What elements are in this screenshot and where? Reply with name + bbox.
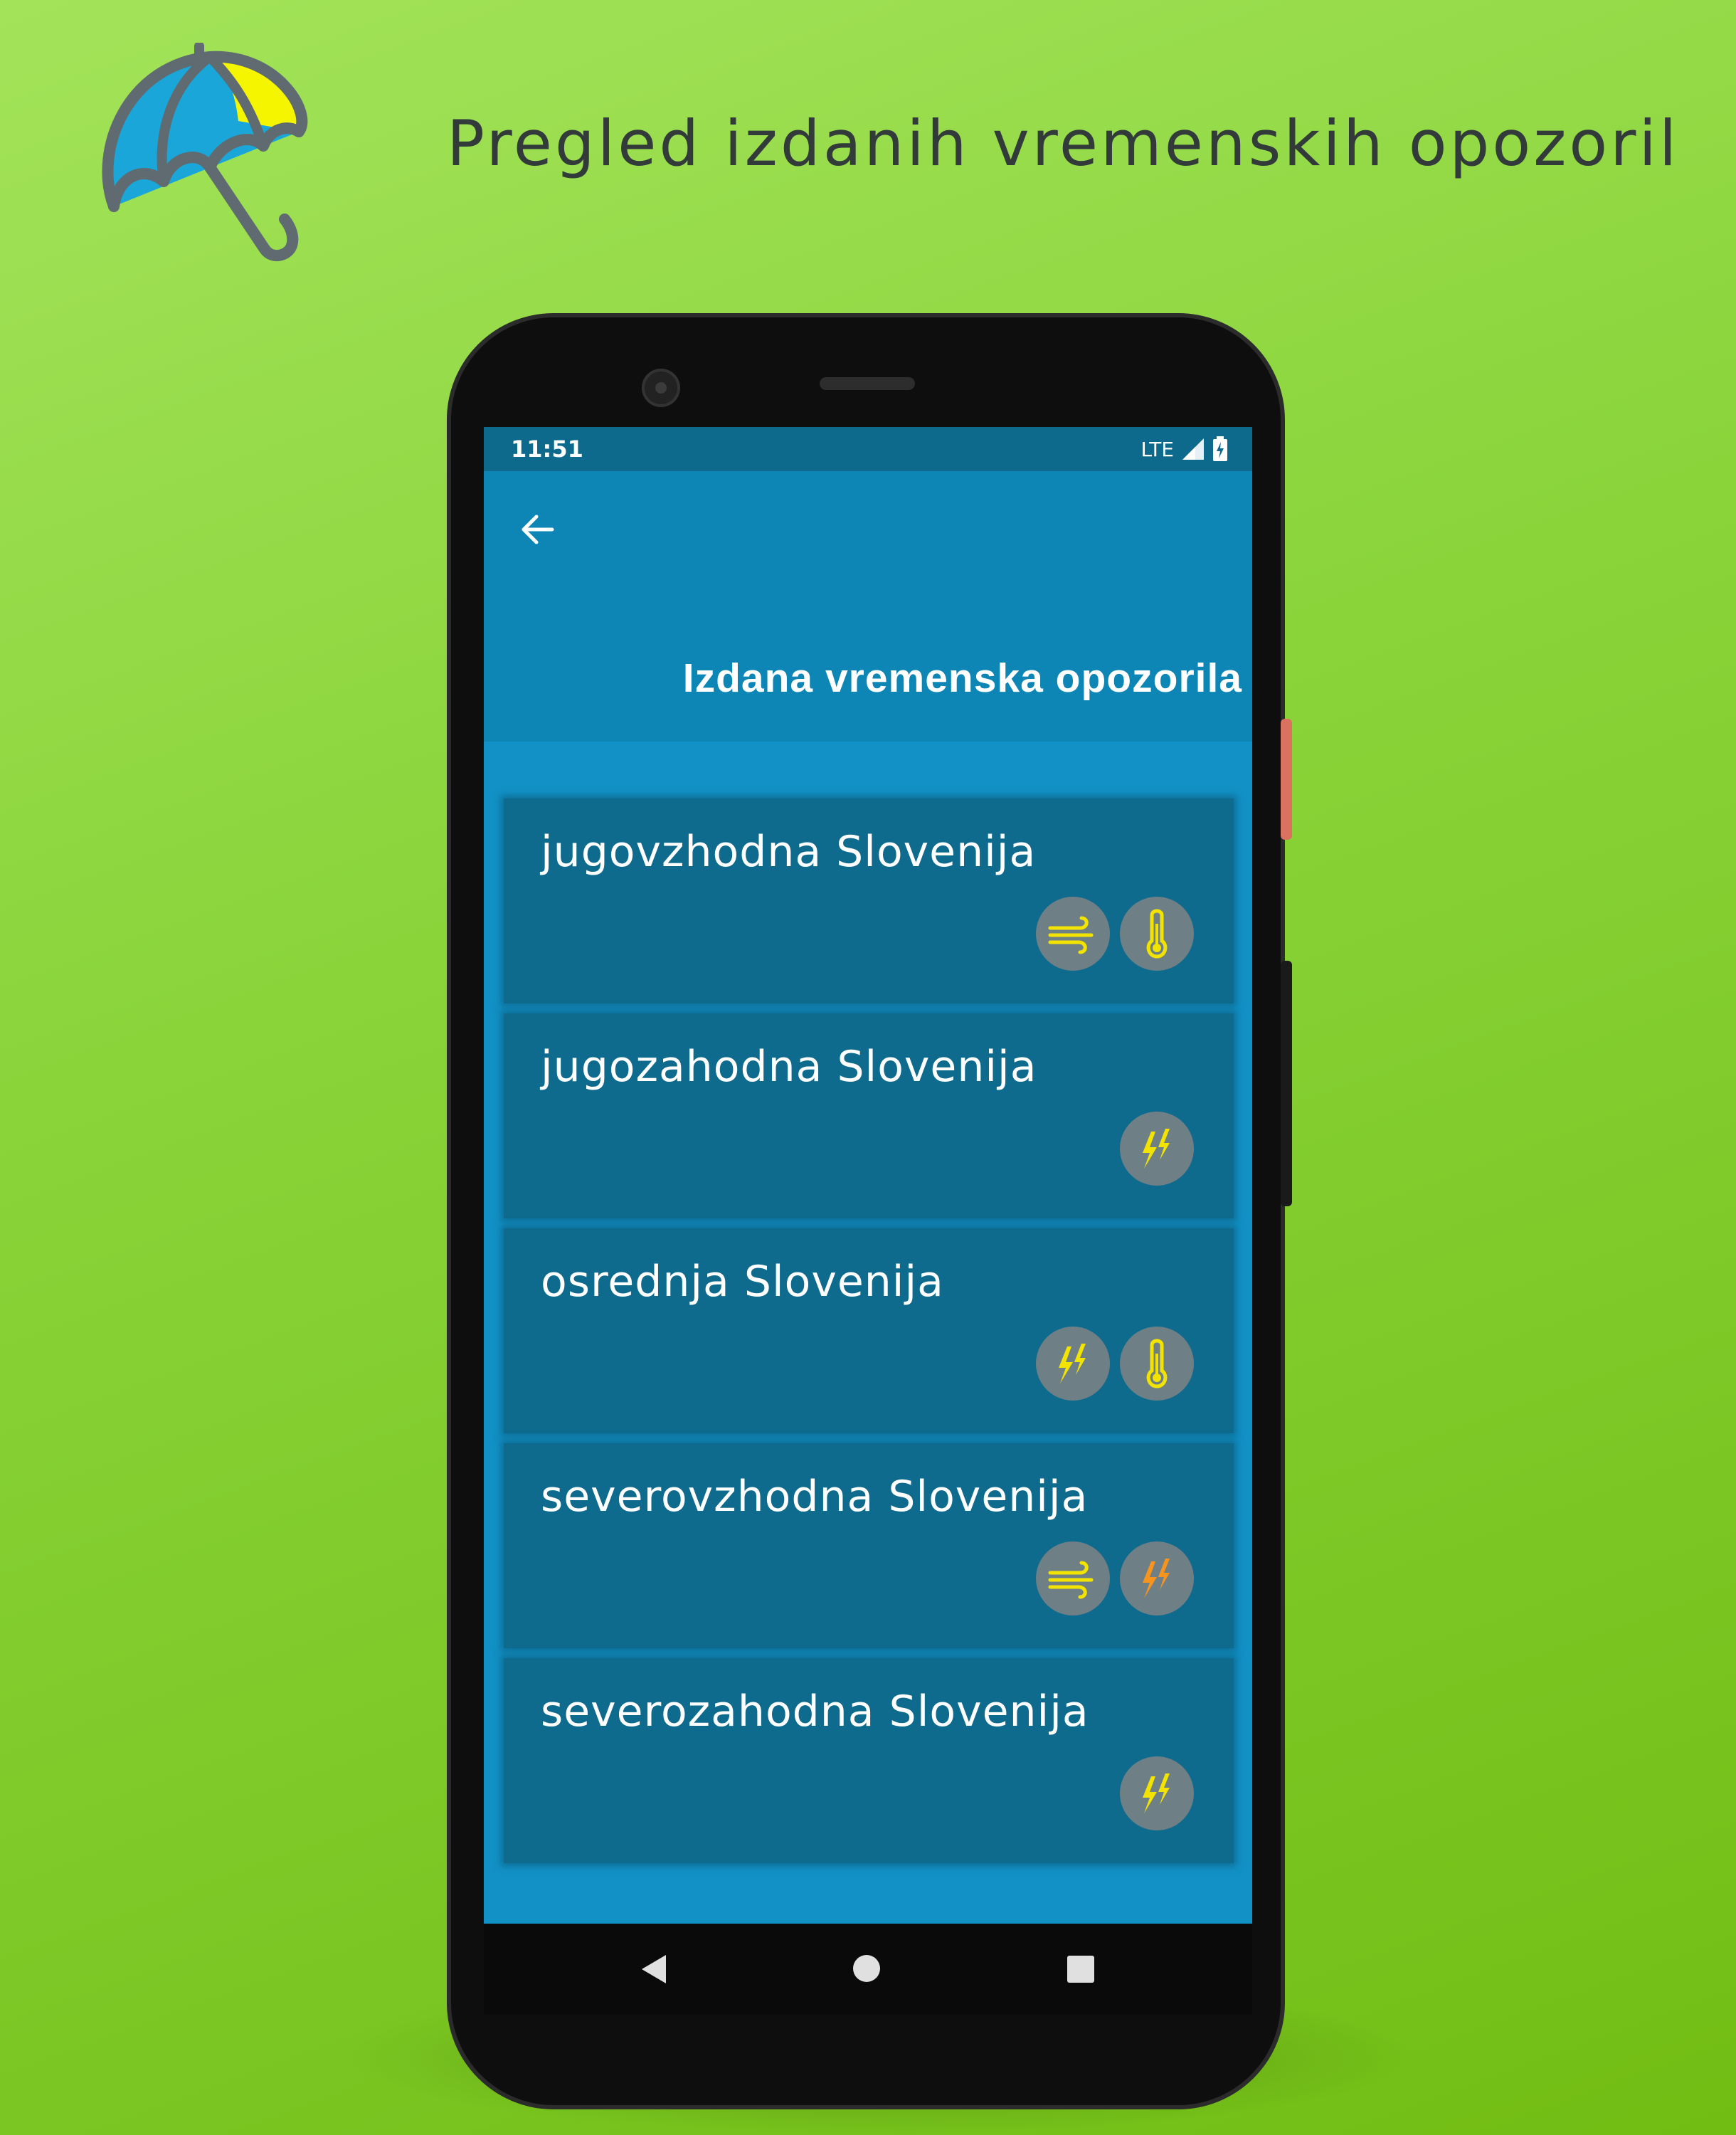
region-name: osrednja Slovenija — [541, 1257, 944, 1307]
warning-icons — [1120, 1756, 1194, 1830]
region-name: jugovzhodna Slovenija — [541, 827, 1037, 877]
warning-icons — [1036, 1541, 1194, 1615]
app-bar: Izdana vremenska opozorila — [484, 471, 1252, 742]
power-button — [1281, 719, 1292, 840]
warning-card[interactable]: severovzhodna Slovenija — [504, 1443, 1234, 1648]
page-title: Izdana vremenska opozorila — [682, 655, 1242, 701]
umbrella-logo-icon — [102, 43, 308, 261]
volume-button — [1281, 961, 1292, 1206]
promo-title: Pregled izdanih vremenskih opozoril — [447, 107, 1680, 180]
front-camera — [642, 369, 680, 407]
phone-screen: 11:51 LTE Izdana vremenska opozorila jug… — [484, 427, 1252, 2014]
wind-icon — [1036, 1541, 1110, 1615]
warning-card[interactable]: osrednja Slovenija — [504, 1228, 1234, 1433]
network-type: LTE — [1140, 437, 1174, 461]
nav-home-icon[interactable] — [853, 1955, 880, 1982]
wind-icon — [1036, 897, 1110, 971]
temperature-icon — [1120, 1327, 1194, 1401]
battery-icon — [1213, 436, 1227, 461]
warning-icons — [1036, 897, 1194, 971]
region-name: severovzhodna Slovenija — [541, 1472, 1089, 1522]
nav-recent-icon[interactable] — [1067, 1956, 1094, 1983]
warning-icons — [1036, 1327, 1194, 1401]
navigation-bar — [484, 1924, 1252, 2014]
thunderstorm-icon — [1120, 1112, 1194, 1186]
warning-card[interactable]: severozahodna Slovenija — [504, 1658, 1234, 1863]
signal-icon — [1182, 438, 1204, 460]
earpiece-speaker — [820, 377, 915, 390]
thunderstorm-icon — [1036, 1327, 1110, 1401]
back-arrow-icon[interactable] — [515, 507, 561, 552]
status-bar: 11:51 LTE — [484, 427, 1252, 471]
thunderstorm-icon — [1120, 1756, 1194, 1830]
temperature-icon — [1120, 897, 1194, 971]
warning-list: jugovzhodna Slovenija jugozahodna Sloveni… — [504, 798, 1234, 1873]
status-icons: LTE — [1140, 436, 1228, 462]
region-name: jugozahodna Slovenija — [541, 1042, 1037, 1092]
status-time: 11:51 — [511, 436, 583, 463]
warning-card[interactable]: jugovzhodna Slovenija — [504, 798, 1234, 1003]
region-name: severozahodna Slovenija — [541, 1687, 1089, 1736]
thunderstorm-orange-icon — [1120, 1541, 1194, 1615]
warning-icons — [1120, 1112, 1194, 1186]
warning-card[interactable]: jugozahodna Slovenija — [504, 1013, 1234, 1218]
nav-back-icon[interactable] — [639, 1954, 670, 1985]
